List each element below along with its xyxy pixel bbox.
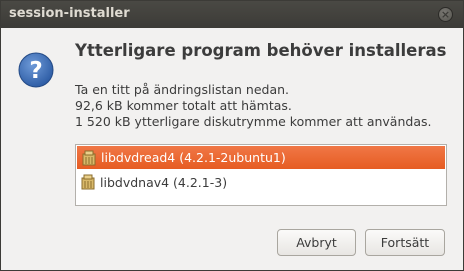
message-line: 92,6 kB kommer totalt att hämtas. [75,98,292,113]
dialog-message: Ta en titt på ändringslistan nedan. 92,6… [75,82,431,130]
question-icon: ? [18,52,54,88]
package-icon [82,150,96,165]
dialog-heading: Ytterligare program behöver installeras [75,41,447,60]
package-label: libdvdread4 (4.2.1-2ubuntu1) [101,150,286,165]
package-list[interactable]: libdvdread4 (4.2.1-2ubuntu1) libdvdnav4 … [75,144,447,206]
package-label: libdvdnav4 (4.2.1-3) [100,174,228,190]
message-line: 1 520 kB ytterligare diskutrymme kommer … [75,114,432,129]
continue-button[interactable]: Fortsätt [365,229,445,256]
button-bar: Avbryt Fortsätt [277,229,445,256]
svg-text:?: ? [29,58,42,84]
dialog-window: session-installer × ? Ytterligare progra… [0,0,464,271]
package-icon [81,174,95,190]
close-icon[interactable]: × [438,7,453,22]
package-row[interactable]: libdvdnav4 (4.2.1-3) [76,170,446,194]
message-line: Ta en titt på ändringslistan nedan. [75,82,290,97]
window-title: session-installer [9,6,130,21]
title-bar[interactable]: session-installer × [1,1,463,28]
package-row[interactable]: libdvdread4 (4.2.1-2ubuntu1) [77,146,445,169]
cancel-button[interactable]: Avbryt [277,229,356,256]
